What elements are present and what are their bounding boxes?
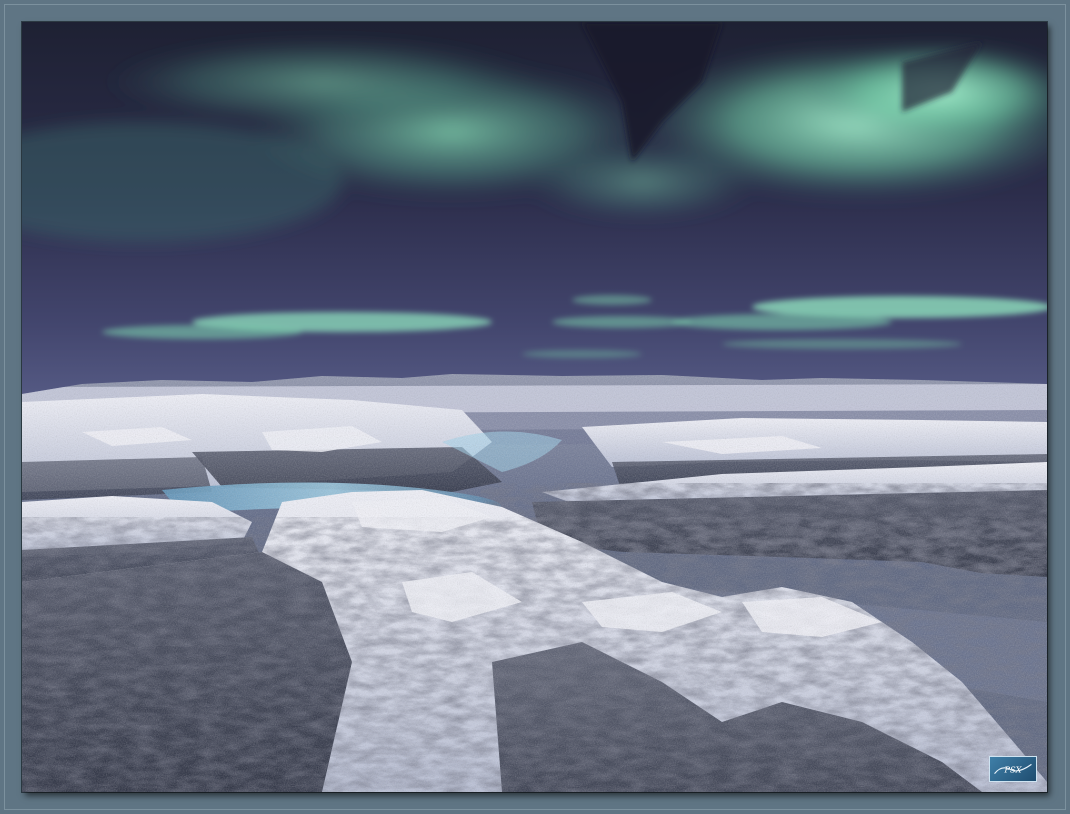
svg-text:PSX: PSX <box>1003 765 1022 775</box>
landscape-artwork: PSX <box>22 22 1047 792</box>
signature-mark: PSX <box>994 763 1032 775</box>
terrain <box>22 374 1047 792</box>
artist-signature-logo: PSX <box>989 756 1037 782</box>
picture-frame: PSX <box>0 0 1070 814</box>
landscape-scene <box>22 22 1047 792</box>
